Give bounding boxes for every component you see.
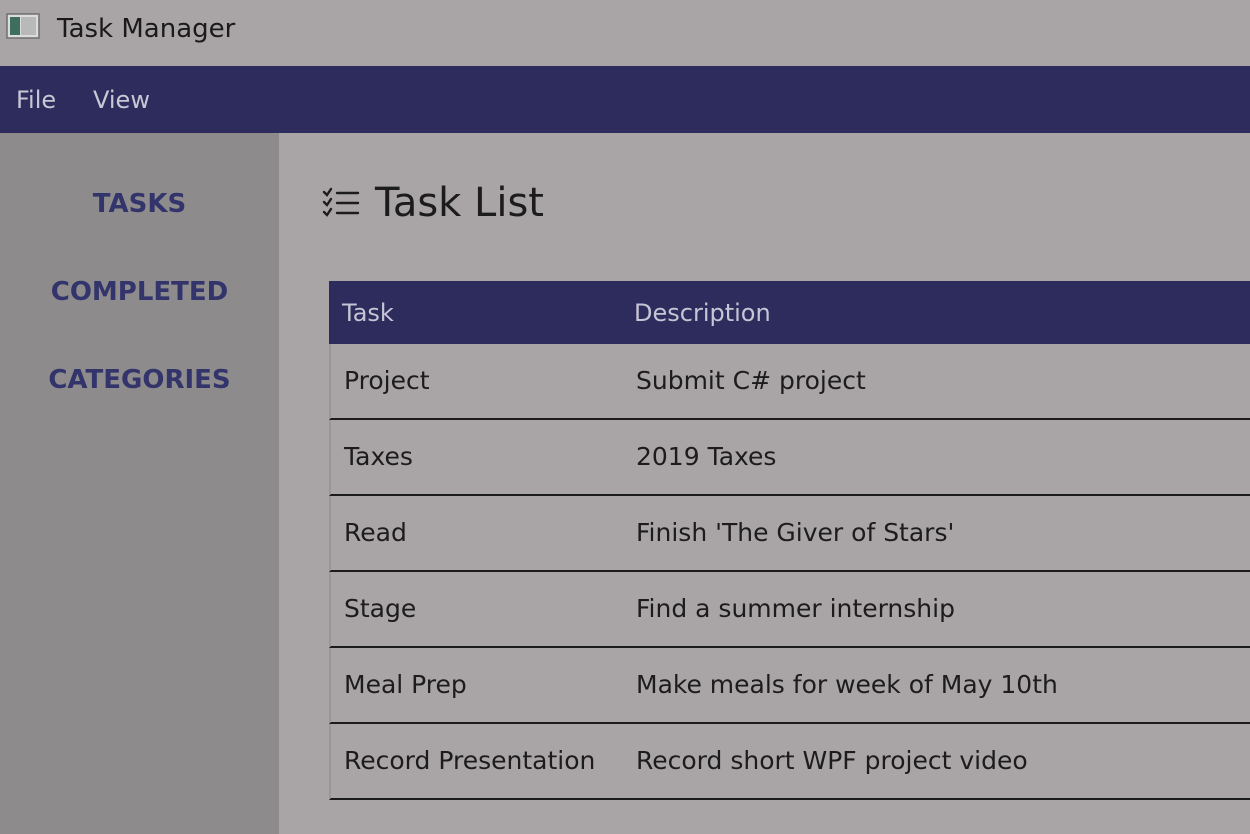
main-content: Task List Task Description Project Submi…: [279, 133, 1250, 834]
column-header-description[interactable]: Description: [634, 299, 771, 327]
task-description: Record short WPF project video: [636, 746, 1028, 775]
window-titlebar: Task Manager: [0, 0, 1250, 66]
menu-view[interactable]: View: [93, 86, 150, 114]
task-description: Make meals for week of May 10th: [636, 670, 1058, 699]
task-name: Meal Prep: [344, 670, 467, 699]
task-name: Stage: [344, 594, 417, 623]
task-description: Find a summer internship: [636, 594, 955, 623]
app-icon: [6, 13, 40, 39]
checklist-icon: [322, 187, 360, 217]
table-header: Task Description: [329, 281, 1250, 344]
task-description: Finish 'The Giver of Stars': [636, 518, 955, 547]
table-row[interactable]: Meal Prep Make meals for week of May 10t…: [329, 648, 1250, 724]
window-title: Task Manager: [57, 14, 236, 44]
sidebar-item-categories[interactable]: CATEGORIES: [0, 364, 279, 396]
task-name: Project: [344, 366, 430, 395]
task-description: 2019 Taxes: [636, 442, 777, 471]
page-heading: Task List: [321, 179, 544, 227]
page-title: Task List: [375, 180, 544, 226]
table-row[interactable]: Project Submit C# project: [329, 344, 1250, 420]
table-row[interactable]: Record Presentation Record short WPF pro…: [329, 724, 1250, 800]
sidebar-item-completed[interactable]: COMPLETED: [0, 276, 279, 308]
task-name: Read: [344, 518, 407, 547]
column-header-task[interactable]: Task: [342, 299, 394, 327]
menu-bar: File View: [0, 66, 1250, 133]
sidebar: TASKS COMPLETED CATEGORIES: [0, 133, 279, 834]
task-description: Submit C# project: [636, 366, 866, 395]
sidebar-item-tasks[interactable]: TASKS: [0, 188, 279, 220]
table-row[interactable]: Stage Find a summer internship: [329, 572, 1250, 648]
table-row[interactable]: Taxes 2019 Taxes: [329, 420, 1250, 496]
table-row[interactable]: Read Finish 'The Giver of Stars': [329, 496, 1250, 572]
task-name: Record Presentation: [344, 746, 596, 775]
menu-file[interactable]: File: [16, 86, 56, 114]
task-name: Taxes: [344, 442, 413, 471]
task-table: Task Description Project Submit C# proje…: [329, 281, 1250, 800]
